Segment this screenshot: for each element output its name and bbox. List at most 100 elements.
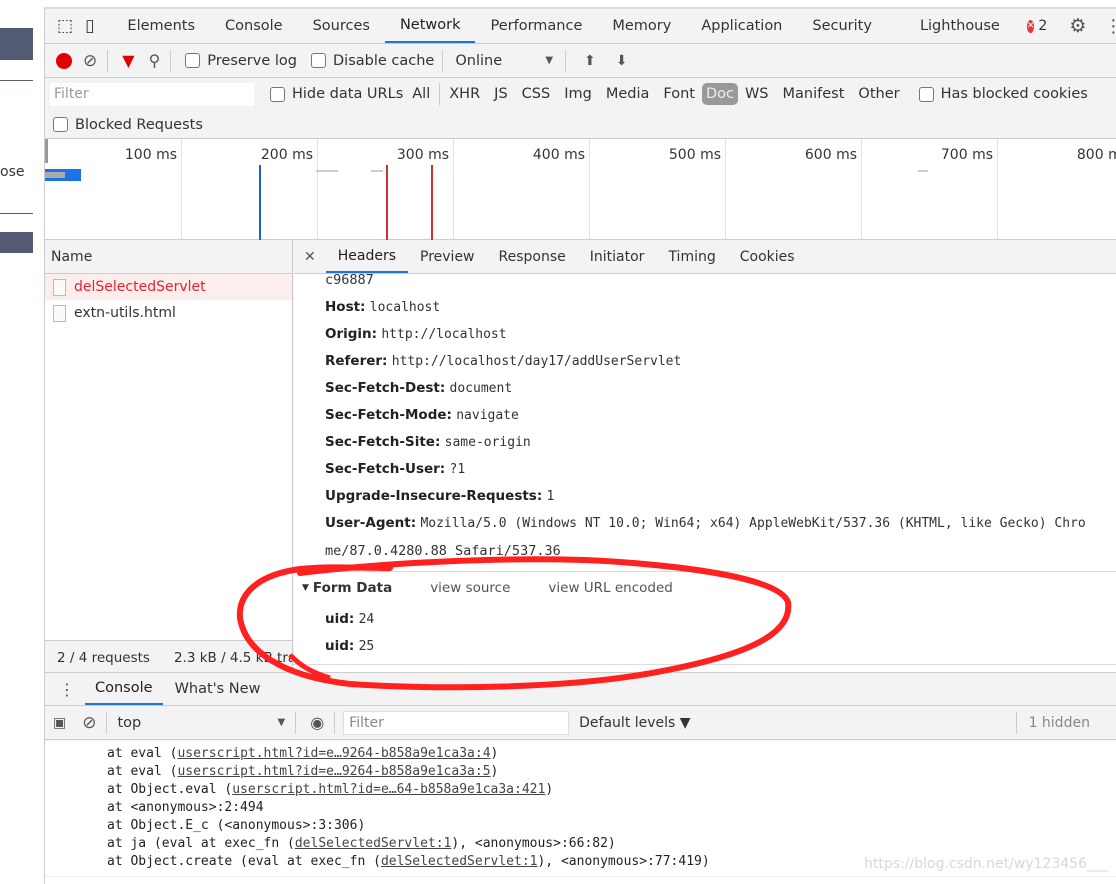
tab-initiator[interactable]: Initiator: [578, 240, 657, 273]
chevron-down-icon[interactable]: ▼: [545, 55, 553, 66]
user-agent-continued: me/87.0.4280.88 Safari/537.36: [325, 543, 561, 559]
type-xhr[interactable]: XHR: [442, 86, 487, 102]
console-stack-line: at eval (userscript.html?id=e…9264-b858a…: [107, 746, 499, 761]
request-list: Name delSelectedServlet extn-utils.html …: [45, 240, 293, 674]
source-link[interactable]: delSelectedServlet:1: [381, 854, 538, 869]
type-font[interactable]: Font: [656, 86, 702, 102]
type-ws[interactable]: WS: [738, 86, 776, 102]
blocked-requests-label: Blocked Requests: [75, 116, 203, 133]
tab-security[interactable]: Security: [797, 9, 887, 43]
filter-bar: Filter Hide data URLs All XHR JS CSS Img…: [45, 78, 1116, 139]
tab-memory[interactable]: Memory: [597, 9, 686, 43]
throttle-select[interactable]: Online: [455, 53, 545, 69]
page-text: ose: [0, 164, 25, 180]
tab-timing[interactable]: Timing: [656, 240, 727, 273]
tab-console[interactable]: Console: [210, 9, 298, 43]
page-divider: [0, 80, 33, 81]
clear-console-icon[interactable]: ⊘: [82, 713, 96, 733]
chevron-down-icon[interactable]: ▼: [277, 717, 285, 728]
tab-lighthouse[interactable]: Lighthouse: [905, 9, 1015, 43]
tab-application[interactable]: Application: [686, 9, 797, 43]
grid-line: [453, 139, 454, 240]
page-block: [0, 28, 33, 60]
has-blocked-cookies-checkbox[interactable]: Has blocked cookies: [918, 86, 1088, 102]
tick-label: 100 ms: [124, 147, 177, 163]
console-stack-line: at Object.E_c (<anonymous>:3:306): [107, 818, 366, 833]
filter-icon[interactable]: ▼: [122, 51, 134, 70]
transfer-size: 2.3 kB / 4.5 kB tra: [173, 649, 292, 666]
tab-performance[interactable]: Performance: [475, 9, 597, 43]
drawer-tab-whats-new[interactable]: What's New: [163, 673, 273, 705]
type-js[interactable]: JS: [487, 86, 514, 102]
drawer-tab-console[interactable]: Console: [85, 673, 163, 705]
type-all[interactable]: All: [405, 86, 437, 102]
form-data-title: Form Data: [312, 580, 393, 596]
more-menu-icon[interactable]: ⋮: [1104, 16, 1116, 37]
inspect-icon[interactable]: ⬚: [57, 16, 73, 36]
tab-headers[interactable]: Headers: [325, 240, 409, 273]
tab-sources[interactable]: Sources: [298, 9, 385, 43]
overview-handle[interactable]: [45, 139, 48, 163]
type-media[interactable]: Media: [599, 86, 657, 102]
log-levels-select[interactable]: Default levels ▼: [579, 715, 690, 731]
drawer-menu-icon[interactable]: ⋮: [59, 680, 75, 699]
header-row: Upgrade-Insecure-Requests: 1: [325, 488, 555, 504]
request-name: extn-utils.html: [74, 305, 176, 321]
import-har-icon[interactable]: ⬆: [584, 53, 596, 69]
type-manifest[interactable]: Manifest: [776, 86, 852, 102]
source-link[interactable]: userscript.html?id=e…64-b858a9e1ca3a:421: [232, 782, 545, 797]
grid-line: [861, 139, 862, 240]
type-img[interactable]: Img: [557, 86, 599, 102]
type-doc[interactable]: Doc: [701, 83, 738, 105]
expand-triangle-icon: ▼: [302, 583, 309, 593]
request-row[interactable]: extn-utils.html: [45, 300, 292, 326]
timeline-overview[interactable]: 100 ms 200 ms 300 ms 400 ms 500 ms 600 ms 700 …: [45, 139, 1116, 240]
search-icon[interactable]: ⚲: [149, 51, 161, 70]
export-har-icon[interactable]: ⬇: [616, 53, 628, 69]
header-row: Sec-Fetch-Site: same-origin: [325, 434, 531, 450]
settings-gear-icon[interactable]: ⚙: [1069, 15, 1086, 37]
device-toggle-icon[interactable]: ▯: [85, 16, 94, 36]
blocked-requests-checkbox[interactable]: Blocked Requests: [53, 117, 203, 133]
close-icon[interactable]: ✕: [294, 249, 326, 265]
name-column-header[interactable]: Name: [45, 240, 292, 274]
source-link[interactable]: userscript.html?id=e…9264-b858a9e1ca3a:4: [177, 746, 490, 761]
form-data-section[interactable]: ▼ Form Data view source view URL encoded: [302, 580, 673, 596]
tick-label: 600 ms: [804, 147, 857, 163]
type-other[interactable]: Other: [851, 86, 906, 102]
tab-preview[interactable]: Preview: [408, 240, 487, 273]
eye-icon[interactable]: ◉: [310, 713, 324, 732]
filter-input[interactable]: Filter: [50, 82, 254, 106]
grid-line: [725, 139, 726, 240]
type-css[interactable]: CSS: [515, 86, 558, 102]
console-filter-input[interactable]: Filter: [343, 710, 570, 735]
tab-network[interactable]: Network: [384, 9, 476, 43]
view-source-link[interactable]: view source: [430, 580, 510, 596]
hide-data-urls-checkbox[interactable]: Hide data URLs: [270, 86, 403, 102]
header-row: Origin: http://localhost: [325, 326, 507, 342]
disable-cache-checkbox[interactable]: Disable cache: [311, 53, 434, 69]
preserve-log-checkbox[interactable]: Preserve log: [185, 53, 297, 69]
dom-content-loaded-marker: [259, 165, 261, 240]
tab-response[interactable]: Response: [487, 240, 578, 273]
drawer-tabbar: ⋮ Console What's New: [45, 672, 1116, 706]
source-link[interactable]: delSelectedServlet:1: [295, 836, 452, 851]
grid-line: [997, 139, 998, 240]
header-row: Sec-Fetch-User: ?1: [325, 461, 466, 477]
sidebar-toggle-icon[interactable]: ▣: [53, 715, 66, 731]
tab-elements[interactable]: Elements: [112, 9, 210, 43]
header-row: User-Agent: Mozilla/5.0 (Windows NT 10.0…: [325, 515, 1086, 531]
error-icon[interactable]: ✕: [1026, 19, 1035, 33]
error-count[interactable]: 2: [1038, 18, 1047, 34]
form-field: uid: 25: [325, 638, 375, 654]
console-stack-line: at ja (eval at exec_fn (delSelectedServl…: [107, 836, 616, 851]
source-link[interactable]: userscript.html?id=e…9264-b858a9e1ca3a:5: [177, 764, 490, 779]
view-url-encoded-link[interactable]: view URL encoded: [548, 580, 672, 596]
header-row: Sec-Fetch-Mode: navigate: [325, 407, 519, 423]
context-select[interactable]: top: [117, 715, 277, 731]
record-icon[interactable]: [56, 52, 72, 69]
disable-cache-label: Disable cache: [333, 52, 435, 69]
request-row-selected[interactable]: delSelectedServlet: [45, 274, 292, 300]
clear-icon[interactable]: ⊘: [83, 51, 97, 71]
tab-cookies[interactable]: Cookies: [728, 240, 807, 273]
